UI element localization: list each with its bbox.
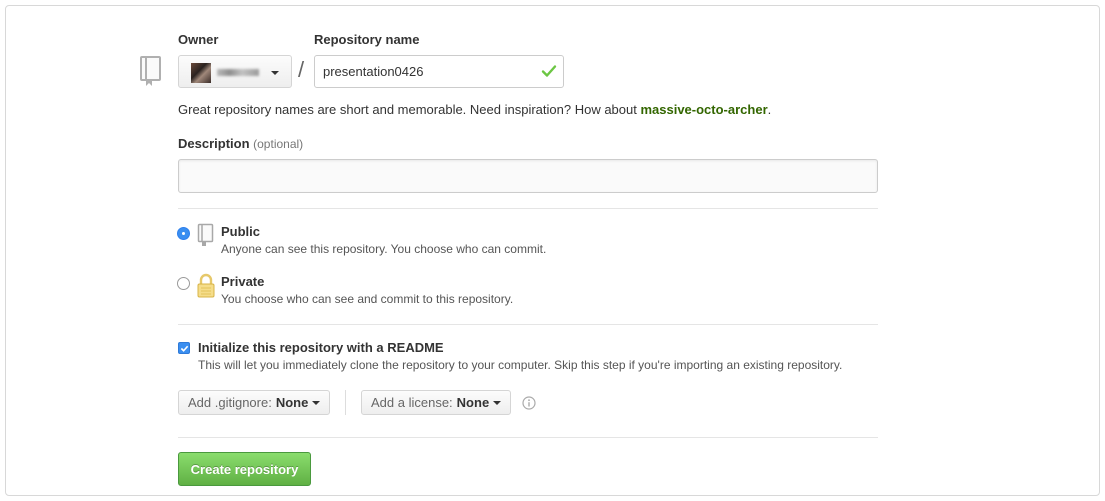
create-repository-button[interactable]: Create repository [178, 452, 311, 486]
private-radio[interactable] [177, 277, 190, 290]
license-value: None [456, 395, 490, 410]
private-note: You choose who can see and commit to thi… [221, 292, 514, 306]
init-readme-checkbox[interactable] [178, 342, 190, 354]
gitignore-label: Add .gitignore: [188, 395, 272, 410]
init-readme-note: This will let you immediately clone the … [198, 358, 843, 372]
hint-end: . [767, 102, 772, 117]
private-title: Private [221, 274, 265, 289]
owner-label: Owner [178, 32, 219, 47]
lock-icon [197, 273, 215, 298]
caret-down-icon [312, 400, 321, 405]
description-label-text: Description [178, 136, 250, 151]
repo-icon [197, 223, 214, 246]
caret-down-icon [271, 71, 279, 75]
name-suggestion-link[interactable]: massive-octo-archer [640, 102, 767, 117]
avatar [191, 63, 211, 83]
name-hint: Great repository names are short and mem… [178, 102, 771, 117]
check-icon [541, 65, 557, 77]
gitignore-select[interactable]: Add .gitignore: None [178, 390, 331, 415]
owner-name-blurred [217, 69, 259, 76]
hint-text: Great repository names are short and mem… [178, 102, 641, 117]
description-label: Description (optional) [178, 136, 303, 151]
gitignore-value: None [275, 395, 309, 410]
separator [345, 390, 346, 415]
init-readme-title: Initialize this repository with a README [198, 340, 444, 355]
divider [178, 324, 878, 325]
divider [178, 437, 878, 438]
license-select[interactable]: Add a license: None [361, 390, 512, 415]
checkmark-icon [180, 345, 189, 352]
owner-repo-separator: / [298, 57, 305, 82]
owner-select[interactable] [178, 55, 292, 88]
description-input[interactable] [178, 159, 878, 193]
repository-name-input[interactable] [314, 55, 564, 88]
divider [178, 208, 878, 209]
public-note: Anyone can see this repository. You choo… [221, 242, 547, 256]
license-label: Add a license: [371, 395, 453, 410]
public-title: Public [221, 224, 261, 239]
caret-down-icon [493, 400, 502, 405]
description-optional: (optional) [253, 137, 304, 151]
repo-name-label: Repository name [314, 32, 420, 47]
repo-icon [140, 56, 161, 86]
public-radio[interactable] [177, 227, 190, 240]
info-icon[interactable] [522, 396, 536, 410]
